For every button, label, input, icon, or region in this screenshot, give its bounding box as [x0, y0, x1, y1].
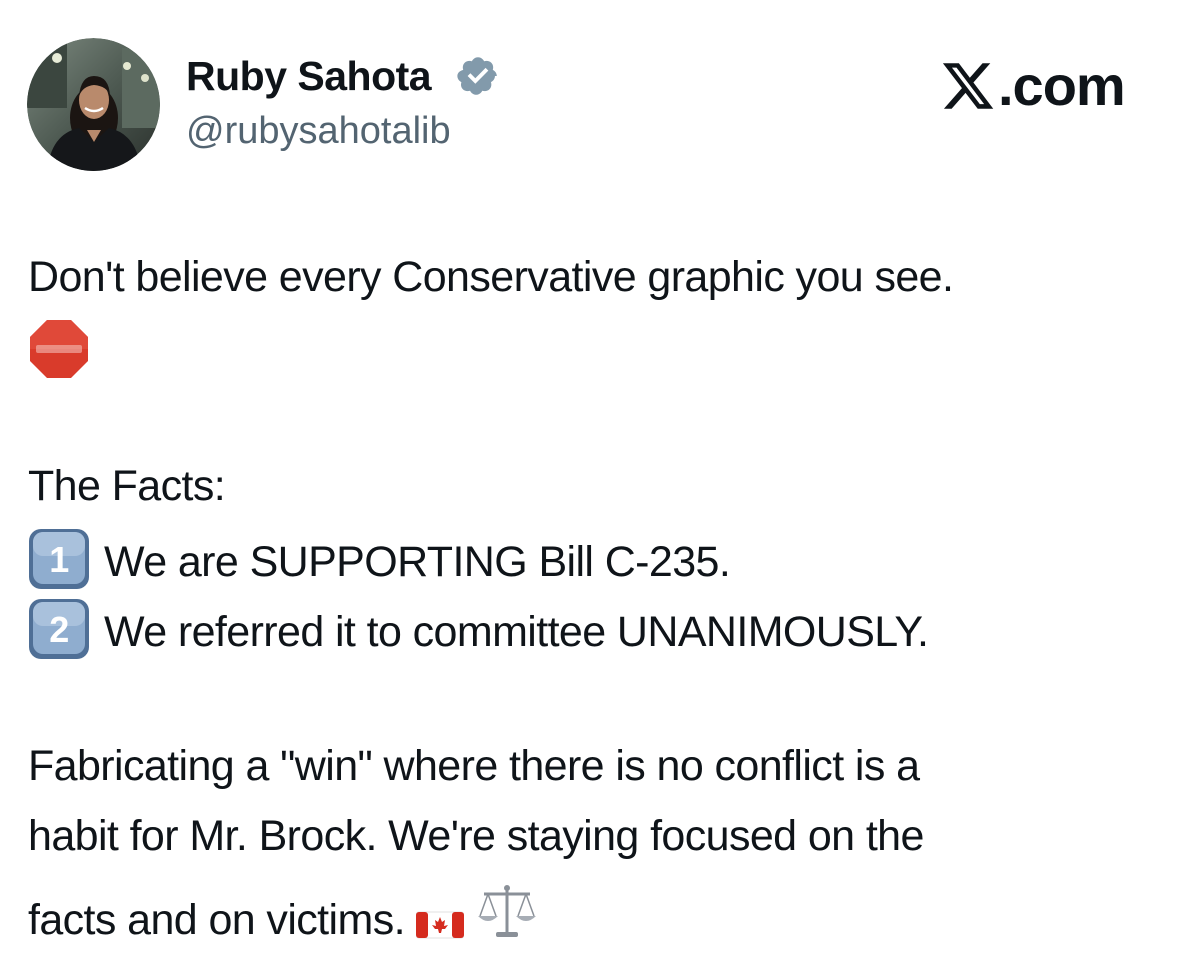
balance-scale-icon	[476, 880, 538, 954]
svg-text:2: 2	[49, 609, 68, 650]
tweet-card: Ruby Sahota @rubysahotalib .com Don't be…	[0, 0, 1179, 974]
canada-flag-icon	[415, 902, 465, 954]
tweet-line-1: Don't believe every Conservative graphic…	[28, 253, 954, 301]
brand-text: .com	[998, 54, 1126, 117]
closing-line-3: facts and on victims.	[28, 880, 1168, 954]
brand-watermark: .com	[940, 54, 1135, 118]
facts-heading: The Facts:	[28, 462, 226, 510]
stop-sign-icon	[30, 320, 88, 378]
profile-photo	[27, 38, 160, 171]
fact-2-text: We referred it to committee UNANIMOUSLY.	[104, 608, 929, 656]
avatar[interactable]	[27, 38, 160, 171]
closing-line-1: Fabricating a "win" where there is no co…	[28, 742, 920, 790]
x-logo-icon	[942, 63, 994, 109]
svg-text:1: 1	[49, 539, 69, 580]
verified-badge-icon	[457, 57, 497, 95]
keycap-2-icon: 2	[28, 598, 90, 660]
author-handle[interactable]: @rubysahotalib	[186, 108, 451, 154]
author-name[interactable]: Ruby Sahota	[186, 52, 432, 100]
closing-line-3-text: facts and on victims.	[28, 896, 406, 944]
closing-line-2: habit for Mr. Brock. We're staying focus…	[28, 812, 924, 860]
keycap-1-icon: 1	[28, 528, 90, 590]
stop-emoji-line	[28, 318, 1168, 392]
fact-1-text: We are SUPPORTING Bill C-235.	[104, 538, 731, 586]
fact-1: 1 We are SUPPORTING Bill C-235.	[28, 528, 1168, 590]
fact-2: 2 We referred it to committee UNANIMOUSL…	[28, 598, 1168, 660]
